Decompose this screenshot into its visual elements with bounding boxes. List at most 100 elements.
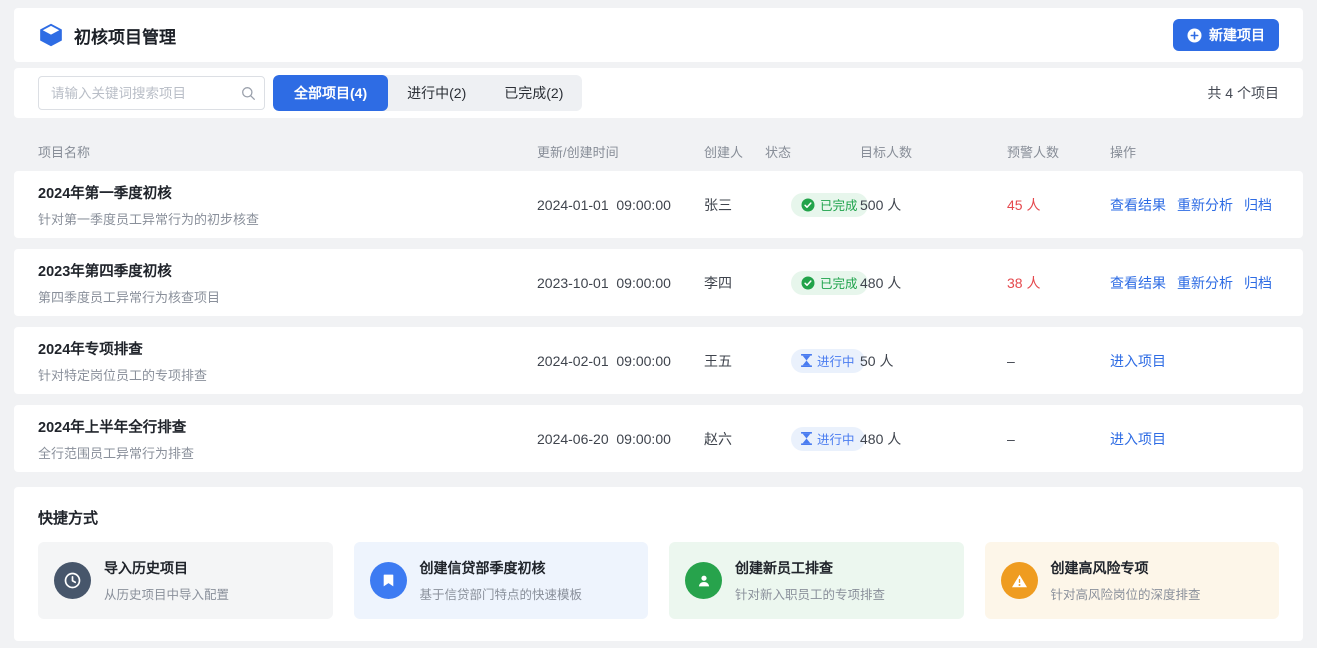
page-header: 初核项目管理 新建项目 xyxy=(14,8,1303,62)
action-link[interactable]: 重新分析 xyxy=(1177,195,1233,215)
action-link[interactable]: 归档 xyxy=(1244,273,1272,293)
shortcut-desc: 从历史项目中导入配置 xyxy=(104,584,229,603)
table-row: 2024年第一季度初核 针对第一季度员工异常行为的初步核查 2024-01-01… xyxy=(14,171,1303,238)
warning-count: 45 人 xyxy=(1007,195,1110,215)
shortcut-new-employee[interactable]: 创建新员工排查针对新入职员工的专项排查 xyxy=(669,542,964,619)
project-time: 2024-01-01 09:00:00 xyxy=(537,197,704,213)
search-input[interactable] xyxy=(38,76,265,110)
project-name: 2024年专项排查 xyxy=(38,338,537,359)
row-actions: 进入项目 xyxy=(1110,429,1279,449)
status-badge: 进行中 xyxy=(791,427,865,451)
shortcut-text: 创建新员工排查针对新入职员工的专项排查 xyxy=(735,558,885,603)
tab-all[interactable]: 全部项目(4) xyxy=(273,75,388,111)
project-desc: 针对第一季度员工异常行为的初步核查 xyxy=(38,209,537,228)
row-actions: 查看结果重新分析归档 xyxy=(1110,195,1279,215)
shortcut-credit-quarterly[interactable]: 创建信贷部季度初核基于信贷部门特点的快速模板 xyxy=(354,542,649,619)
shortcut-desc: 基于信贷部门特点的快速模板 xyxy=(420,584,583,603)
new-project-button[interactable]: 新建项目 xyxy=(1173,19,1279,51)
table-header: 项目名称更新/创建时间创建人状态目标人数预警人数操作 xyxy=(14,131,1303,171)
search-box xyxy=(38,76,265,110)
project-name-cell: 2024年第一季度初核 针对第一季度员工异常行为的初步核查 xyxy=(38,182,537,228)
project-name-cell: 2023年第四季度初核 第四季度员工异常行为核查项目 xyxy=(38,260,537,306)
status-cell: 已完成 xyxy=(765,271,860,295)
action-link[interactable]: 进入项目 xyxy=(1110,429,1166,449)
table-row: 2024年上半年全行排查 全行范围员工异常行为排查 2024-06-20 09:… xyxy=(14,405,1303,472)
shortcut-grid: 导入历史项目从历史项目中导入配置创建信贷部季度初核基于信贷部门特点的快速模板创建… xyxy=(38,542,1279,619)
target-count: 480 人 xyxy=(860,429,1007,449)
status-badge: 已完成 xyxy=(791,193,868,217)
warning-count: – xyxy=(1007,431,1110,447)
project-name: 2024年第一季度初核 xyxy=(38,182,537,203)
shortcut-desc: 针对高风险岗位的深度排查 xyxy=(1051,584,1201,603)
shortcut-title: 创建新员工排查 xyxy=(735,558,885,578)
column-header: 项目名称 xyxy=(38,142,537,161)
plus-icon xyxy=(1187,28,1202,43)
warning-icon xyxy=(1001,562,1038,599)
status-cell: 进行中 xyxy=(765,427,860,451)
shortcut-title: 创建信贷部季度初核 xyxy=(420,558,583,578)
project-time: 2024-02-01 09:00:00 xyxy=(537,353,704,369)
project-creator: 赵六 xyxy=(704,429,765,449)
check-icon xyxy=(801,198,815,212)
action-link[interactable]: 查看结果 xyxy=(1110,273,1166,293)
table-row: 2024年专项排查 针对特定岗位员工的专项排查 2024-02-01 09:00… xyxy=(14,327,1303,394)
page: 初核项目管理 新建项目 全部项目(4)进行中(2)已完成(2) 共 4 个项目 xyxy=(0,0,1317,648)
status-label: 进行中 xyxy=(817,351,855,370)
project-time: 2023-10-01 09:00:00 xyxy=(537,275,704,291)
project-name-cell: 2024年专项排查 针对特定岗位员工的专项排查 xyxy=(38,338,537,384)
column-header: 目标人数 xyxy=(860,142,1007,161)
title-wrap: 初核项目管理 xyxy=(38,22,176,48)
toolbar: 全部项目(4)进行中(2)已完成(2) 共 4 个项目 xyxy=(14,68,1303,118)
shortcuts-title: 快捷方式 xyxy=(38,507,1279,528)
target-count: 480 人 xyxy=(860,273,1007,293)
page-title: 初核项目管理 xyxy=(74,23,176,48)
status-label: 已完成 xyxy=(820,273,858,292)
new-project-label: 新建项目 xyxy=(1209,25,1265,45)
target-count: 50 人 xyxy=(860,351,1007,371)
column-header: 操作 xyxy=(1110,142,1279,161)
project-desc: 针对特定岗位员工的专项排查 xyxy=(38,365,537,384)
action-link[interactable]: 查看结果 xyxy=(1110,195,1166,215)
action-link[interactable]: 重新分析 xyxy=(1177,273,1233,293)
shortcut-desc: 针对新入职员工的专项排查 xyxy=(735,584,885,603)
cube-logo-icon xyxy=(38,22,64,48)
shortcut-text: 导入历史项目从历史项目中导入配置 xyxy=(104,558,229,603)
table-row: 2023年第四季度初核 第四季度员工异常行为核查项目 2023-10-01 09… xyxy=(14,249,1303,316)
row-actions: 查看结果重新分析归档 xyxy=(1110,273,1279,293)
column-header: 状态 xyxy=(765,142,860,161)
action-link[interactable]: 进入项目 xyxy=(1110,351,1166,371)
project-creator: 张三 xyxy=(704,195,765,215)
hourglass-icon xyxy=(801,432,812,445)
column-header: 创建人 xyxy=(704,142,765,161)
column-header: 更新/创建时间 xyxy=(537,142,704,161)
status-label: 已完成 xyxy=(820,195,858,214)
shortcut-title: 创建高风险专项 xyxy=(1051,558,1201,578)
project-creator: 李四 xyxy=(704,273,765,293)
warning-count: – xyxy=(1007,353,1110,369)
project-creator: 王五 xyxy=(704,351,765,371)
hourglass-icon xyxy=(801,354,812,367)
check-icon xyxy=(801,276,815,290)
row-actions: 进入项目 xyxy=(1110,351,1279,371)
shortcut-title: 导入历史项目 xyxy=(104,558,229,578)
search-icon[interactable] xyxy=(241,86,256,101)
bookmark-icon xyxy=(370,562,407,599)
project-name: 2023年第四季度初核 xyxy=(38,260,537,281)
status-badge: 已完成 xyxy=(791,271,868,295)
target-count: 500 人 xyxy=(860,195,1007,215)
shortcut-high-risk[interactable]: 创建高风险专项针对高风险岗位的深度排查 xyxy=(985,542,1280,619)
shortcut-import-history[interactable]: 导入历史项目从历史项目中导入配置 xyxy=(38,542,333,619)
warning-count: 38 人 xyxy=(1007,273,1110,293)
shortcut-text: 创建高风险专项针对高风险岗位的深度排查 xyxy=(1051,558,1201,603)
tab-completed[interactable]: 已完成(2) xyxy=(485,75,582,111)
status-badge: 进行中 xyxy=(791,349,865,373)
status-cell: 进行中 xyxy=(765,349,860,373)
table-body: 2024年第一季度初核 针对第一季度员工异常行为的初步核查 2024-01-01… xyxy=(14,171,1303,472)
filter-tabs: 全部项目(4)进行中(2)已完成(2) xyxy=(273,75,582,111)
project-count: 共 4 个项目 xyxy=(1207,83,1279,103)
tab-in-progress[interactable]: 进行中(2) xyxy=(388,75,485,111)
clock-icon xyxy=(54,562,91,599)
action-link[interactable]: 归档 xyxy=(1244,195,1272,215)
shortcut-text: 创建信贷部季度初核基于信贷部门特点的快速模板 xyxy=(420,558,583,603)
status-label: 进行中 xyxy=(817,429,855,448)
